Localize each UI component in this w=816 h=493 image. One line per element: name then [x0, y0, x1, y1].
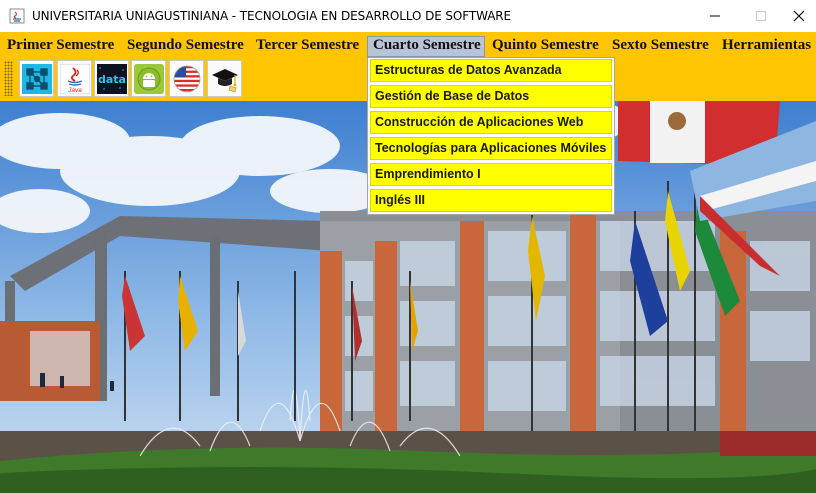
dropdown-item-tecnologias-aplicaciones-moviles[interactable]: Tecnologías para Aplicaciones Móviles — [370, 137, 612, 160]
cuarto-semestre-dropdown: Estructuras de Datos Avanzada Gestión de… — [367, 57, 615, 215]
minimize-button[interactable] — [692, 0, 738, 32]
us-flag-icon — [173, 65, 200, 92]
menu-segundo-semestre[interactable]: Segundo Semestre — [122, 36, 249, 57]
data-icon: data — [96, 63, 127, 94]
toolbar-button-diagram[interactable] — [19, 60, 54, 97]
close-button[interactable] — [782, 0, 816, 32]
toolbar-button-english[interactable] — [169, 60, 204, 97]
menu-cuarto-semestre[interactable]: Cuarto Semestre — [367, 36, 485, 57]
minimize-icon — [710, 15, 720, 17]
menu-tercer-semestre[interactable]: Tercer Semestre — [251, 36, 364, 57]
toolbar-button-graduation[interactable] — [207, 60, 242, 97]
toolbar-button-android[interactable] — [131, 60, 166, 97]
menu-sexto-semestre[interactable]: Sexto Semestre — [607, 36, 714, 57]
menu-quinto-semestre[interactable]: Quinto Semestre — [487, 36, 604, 57]
toolbar-grip[interactable] — [4, 61, 13, 96]
close-icon — [793, 10, 805, 22]
menu-bar: Primer Semestre Segundo Semestre Tercer … — [0, 32, 816, 58]
graduation-cap-icon — [211, 68, 238, 92]
android-icon — [133, 63, 164, 94]
java-icon: Java — [59, 63, 90, 94]
dropdown-item-gestion-base-de-datos[interactable]: Gestión de Base de Datos — [370, 85, 612, 108]
title-bar: UNIVERSITARIA UNIAGUSTINIANA - TECNOLOGI… — [0, 0, 816, 32]
java-icon-label: Java — [67, 87, 82, 94]
window-title: UNIVERSITARIA UNIAGUSTINIANA - TECNOLOGI… — [32, 9, 512, 23]
dropdown-item-emprendimiento[interactable]: Emprendimiento I — [370, 163, 612, 186]
dropdown-item-ingles-iii[interactable]: Inglés III — [370, 189, 612, 212]
maximize-button[interactable] — [738, 0, 784, 32]
diagram-icon — [21, 63, 52, 94]
toolbar-button-java[interactable]: Java — [57, 60, 92, 97]
toolbar-button-data[interactable]: data — [94, 60, 129, 97]
java-app-icon — [9, 8, 25, 24]
data-icon-label: data — [98, 73, 126, 86]
menu-primer-semestre[interactable]: Primer Semestre — [2, 36, 119, 57]
menu-herramientas[interactable]: Herramientas — [717, 36, 816, 57]
dropdown-item-estructuras-de-datos[interactable]: Estructuras de Datos Avanzada — [370, 59, 612, 82]
maximize-icon — [756, 11, 766, 21]
dropdown-item-construccion-aplicaciones-web[interactable]: Construcción de Aplicaciones Web — [370, 111, 612, 134]
